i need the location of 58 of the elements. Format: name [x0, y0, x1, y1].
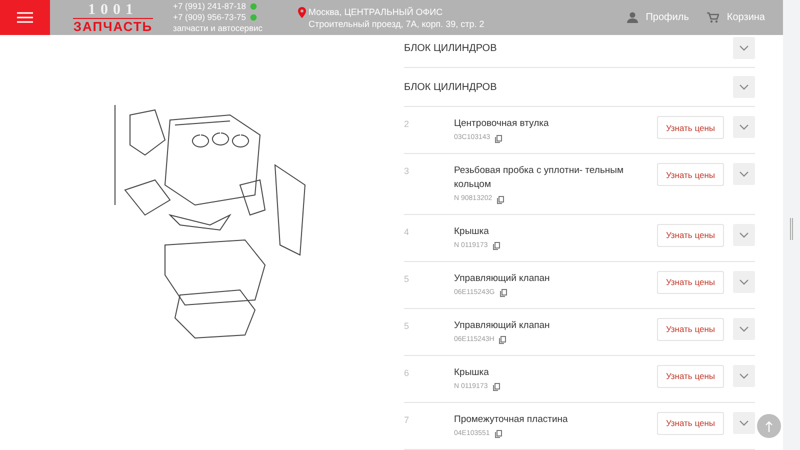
price-button[interactable]: Узнать цены	[657, 224, 724, 248]
cart-icon	[706, 12, 719, 23]
chevron-down-icon	[739, 373, 749, 380]
price-button[interactable]: Узнать цены	[657, 318, 724, 342]
menu-icon	[17, 12, 33, 23]
expand-button[interactable]	[733, 318, 755, 340]
position-number: 6	[404, 367, 410, 380]
position-number: 7	[404, 414, 410, 428]
copy-icon[interactable]	[492, 383, 500, 392]
position-number: 4	[404, 226, 410, 240]
part-name: Крышка	[454, 225, 490, 240]
part-name: Крышка	[454, 366, 490, 380]
chevron-down-icon	[739, 232, 749, 238]
section-title: БЛОК ЦИЛИНДРОВ	[404, 42, 497, 56]
copy-icon[interactable]	[494, 430, 502, 438]
chevron-down-icon	[739, 279, 749, 286]
tagline: запчасти и автосервис	[173, 23, 263, 34]
position-number: 5	[404, 320, 410, 334]
part-name: Управляющий клапан	[454, 319, 551, 334]
copy-icon[interactable]	[492, 242, 500, 250]
address-line: Москва, ЦЕНТРАЛЬНЫЙ ОФИС	[308, 6, 444, 18]
section-title: БЛОК ЦИЛИНДРОВ	[404, 80, 497, 95]
copy-icon[interactable]	[499, 336, 506, 344]
part-name: Промежуточная пластина	[454, 413, 569, 428]
copy-icon[interactable]	[495, 134, 502, 143]
price-button[interactable]: Узнать цены	[657, 412, 724, 436]
arrow-up-icon	[765, 420, 773, 432]
expand-button[interactable]	[733, 76, 755, 98]
chevron-down-icon	[739, 84, 749, 90]
copy-icon[interactable]	[500, 289, 507, 298]
expand-button[interactable]	[733, 116, 755, 138]
price-button[interactable]: Узнать цены	[657, 116, 724, 140]
part-name: Резьбовая пробка с уплотни- тельным кольцом	[454, 164, 624, 192]
position-number: 2	[404, 118, 410, 132]
location-pin-icon	[298, 6, 306, 18]
expand-button[interactable]	[733, 37, 755, 60]
chevron-down-icon	[739, 326, 749, 332]
chevron-down-icon	[739, 420, 749, 426]
price-button[interactable]: Узнать цены	[657, 271, 724, 294]
user-icon	[626, 12, 638, 23]
expand-button[interactable]	[733, 163, 755, 186]
chevron-down-icon	[739, 171, 749, 178]
position-number: 3	[404, 165, 410, 178]
expand-button[interactable]	[733, 365, 755, 388]
address-line: Строительный проезд, 7А, корп. 39, стр. 2	[308, 18, 484, 30]
expand-button[interactable]	[733, 412, 755, 434]
chevron-down-icon	[739, 45, 749, 52]
position-number: 5	[404, 273, 410, 286]
part-name: Управляющий клапан	[454, 272, 551, 286]
menu-button[interactable]	[0, 0, 50, 35]
expand-button[interactable]	[733, 224, 755, 246]
price-button[interactable]: Узнать цены	[657, 163, 724, 186]
part-name: Центровочная втулка	[454, 117, 550, 132]
chevron-down-icon	[739, 124, 749, 130]
expand-button[interactable]	[733, 271, 755, 294]
price-button[interactable]: Узнать цены	[657, 365, 724, 388]
copy-icon[interactable]	[497, 196, 504, 204]
back-to-top-button[interactable]	[757, 414, 781, 438]
